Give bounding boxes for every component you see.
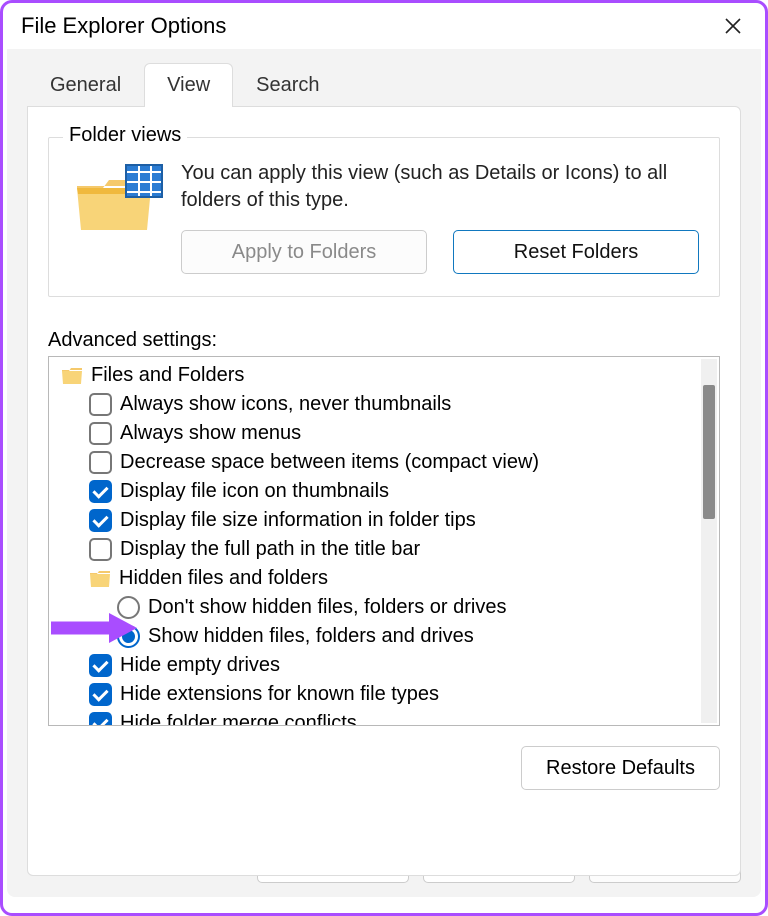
tree-label: Display file size information in folder … [120,509,476,532]
titlebar: File Explorer Options [3,3,765,49]
tab-general[interactable]: General [27,63,144,107]
folder-icon [89,570,111,588]
tab-search[interactable]: Search [233,63,342,107]
checkbox-icon [89,422,112,445]
tree-option[interactable]: Display the full path in the title bar [61,535,719,564]
checkbox-icon [89,654,112,677]
window-title: File Explorer Options [21,13,226,39]
tree-label: Don't show hidden files, folders or driv… [148,596,506,619]
tree-option[interactable]: Always show menus [61,419,719,448]
close-icon [723,16,743,36]
checkbox-icon [89,712,112,726]
tree-group-files-and-folders[interactable]: Files and Folders [61,361,719,390]
tree-option[interactable]: Display file size information in folder … [61,506,719,535]
tree-label: Decrease space between items (compact vi… [120,451,539,474]
tree-option[interactable]: Hide extensions for known file types [61,680,719,709]
tree-label: Display the full path in the title bar [120,538,420,561]
apply-to-folders-button[interactable]: Apply to Folders [181,230,427,274]
radio-icon [117,625,140,648]
tree-label: Hide empty drives [120,654,280,677]
tree-radio-option[interactable]: Show hidden files, folders and drives [61,622,719,651]
tree-option[interactable]: Display file icon on thumbnails [61,477,719,506]
tab-view[interactable]: View [144,63,233,107]
checkbox-icon [89,480,112,503]
checkbox-icon [89,509,112,532]
checkbox-icon [89,393,112,416]
close-button[interactable] [721,14,745,38]
view-tab-panel: Folder views You can apply this view (su… [27,106,741,876]
checkbox-icon [89,538,112,561]
folder-views-group: Folder views You can apply this view (su… [48,137,720,297]
tree-label: Always show icons, never thumbnails [120,393,451,416]
scroll-thumb[interactable] [703,385,715,519]
tree-label: Always show menus [120,422,301,445]
tree-label: Files and Folders [91,364,244,387]
checkbox-icon [89,451,112,474]
folder-views-label: Folder views [63,124,187,147]
reset-folders-button[interactable]: Reset Folders [453,230,699,274]
tab-strip: General View Search [27,63,741,107]
tree-radio-option[interactable]: Don't show hidden files, folders or driv… [61,593,719,622]
tree-option[interactable]: Always show icons, never thumbnails [61,390,719,419]
advanced-settings-label: Advanced settings: [48,329,720,352]
tree-label: Hide extensions for known file types [120,683,439,706]
vertical-scrollbar[interactable] [701,359,717,723]
tree-group-hidden-files[interactable]: Hidden files and folders [61,564,719,593]
tree-option[interactable]: Hide folder merge conflicts [61,709,719,726]
folder-views-description: You can apply this view (such as Details… [181,160,699,214]
advanced-settings-tree[interactable]: Files and Folders Always show icons, nev… [48,356,720,726]
tree-label: Show hidden files, folders and drives [148,625,474,648]
folder-views-icon [75,164,163,232]
tree-label: Hidden files and folders [119,567,328,590]
tree-label: Hide folder merge conflicts [120,712,357,726]
tree-label: Display file icon on thumbnails [120,480,389,503]
tree-option[interactable]: Decrease space between items (compact vi… [61,448,719,477]
dialog-body: General View Search Folder views You can… [7,49,761,897]
radio-icon [117,596,140,619]
checkbox-icon [89,683,112,706]
tree-option[interactable]: Hide empty drives [61,651,719,680]
folder-icon [61,367,83,385]
restore-defaults-button[interactable]: Restore Defaults [521,746,720,790]
